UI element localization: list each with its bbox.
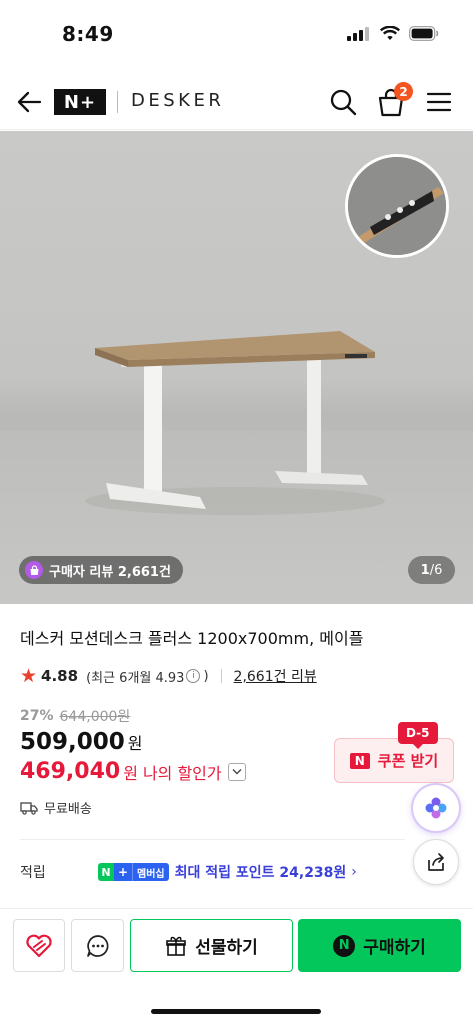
sale-price-unit: 원 [127,734,143,753]
naver-plus-membership-badge: N + 멤버십 [98,863,169,881]
recent-rating-close: ) [203,668,209,684]
sale-price-row: 509,000 원 [20,729,143,755]
naver-plus-logo[interactable]: N+ [54,89,106,115]
shipping-row: 무료배송 [20,798,92,817]
badge-member: 멤버십 [132,863,169,881]
logo-divider [117,91,118,113]
back-arrow-icon[interactable] [14,87,44,117]
status-icons [347,26,439,41]
brand-name[interactable]: DESKER [131,90,224,111]
section-divider [20,839,405,840]
cart-count-badge: 2 [394,82,413,101]
battery-icon [409,26,439,41]
points-label: 적립 [20,865,46,881]
cellular-signal-icon [347,26,369,41]
chat-bubble-icon [86,934,108,957]
badge-plus: + [114,863,132,881]
talk-inquiry-button[interactable] [71,919,124,972]
detail-thumbnail[interactable] [345,154,449,258]
max-points-text: 최대 적립 포인트 24,238원 [174,865,347,881]
coupon-dday-badge: D-5 [398,722,438,749]
share-button[interactable] [413,839,459,885]
coupon-label: 쿠폰 받기 [377,752,439,770]
gift-button[interactable]: 선물하기 [130,919,293,972]
sparkle-flower-icon [425,797,447,819]
gift-icon [166,936,187,956]
search-icon[interactable] [328,87,358,117]
home-indicator [151,1009,321,1014]
status-bar: 8:49 [0,0,473,62]
share-icon [428,853,444,871]
bottom-action-bar: 선물하기 N 구매하기 [0,908,473,1024]
rating-divider [220,669,222,683]
image-page-indicator: 1/6 [408,556,455,584]
my-discount-price: 469,040 [20,759,121,784]
heart-zzim-icon [26,934,52,957]
my-discount-unit: 원 [123,763,138,783]
rating-row: ★ 4.88 (최근 6개월 4.93 i ) 2,661건 리뷰 [20,665,317,687]
info-icon[interactable]: i [186,669,201,683]
review-bag-icon [25,561,43,579]
product-image-carousel[interactable]: 구매자 리뷰 2,661건 1/6 [0,131,473,604]
wifi-icon [380,26,400,40]
buyer-review-chip[interactable]: 구매자 리뷰 2,661건 [19,556,183,584]
product-title: 데스커 모션데스크 플러스 1200x700mm, 메이플 [20,629,364,648]
review-count-link[interactable]: 2,661건 리뷰 [234,666,317,686]
hamburger-menu-icon[interactable] [425,88,453,116]
rating-score: 4.88 [41,667,79,685]
cable-tray-photo [348,157,446,255]
my-discount-row: 469,040 원 나의 할인가 [20,759,246,784]
discount-row: 27% 644,000원 [20,706,130,726]
buy-now-button[interactable]: N 구매하기 [298,919,461,972]
ai-assistant-button[interactable] [413,785,459,831]
badge-n: N [98,863,114,881]
shipping-label: 무료배송 [44,802,92,817]
buy-label: 구매하기 [363,938,426,958]
page-total: /6 [429,562,443,578]
status-time: 8:49 [62,22,114,46]
gift-label: 선물하기 [195,938,258,958]
star-icon: ★ [20,665,38,687]
page-current: 1 [420,562,430,578]
review-chip-label: 구매자 리뷰 2,661건 [49,564,171,580]
naver-pay-n-icon: N [333,934,356,957]
discount-rate: 27% [20,708,54,724]
my-discount-label: 나의 할인가 [142,763,222,783]
top-nav: N+ DESKER 2 [0,74,473,130]
recent-rating: (최근 6개월 4.93 [86,670,185,686]
chevron-right-icon: › [351,864,357,880]
chevron-down-icon[interactable] [227,762,246,781]
original-price: 644,000원 [59,709,131,725]
get-coupon-button[interactable]: N 쿠폰 받기 [334,738,454,783]
wishlist-button[interactable] [13,919,65,972]
naver-n-icon: N [349,752,370,769]
points-row[interactable]: 적립 N + 멤버십 최대 적립 포인트 24,238원 › [20,862,410,882]
sale-price: 509,000 [20,729,125,755]
delivery-truck-icon [20,801,38,815]
